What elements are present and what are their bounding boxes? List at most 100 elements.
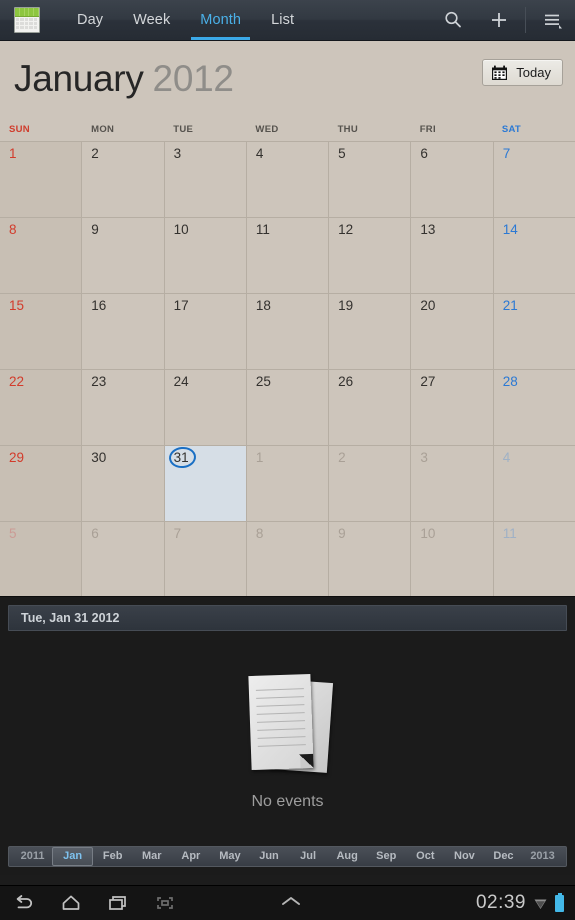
calendar-app-screen: Day Week Month List January 2012 Today S…	[0, 0, 575, 920]
month-strip-item-feb[interactable]: Feb	[93, 847, 132, 866]
day-cell-9[interactable]: 9	[82, 218, 165, 293]
day-number: 9	[91, 222, 99, 237]
month-strip-item-mar[interactable]: Mar	[132, 847, 171, 866]
add-event-button[interactable]	[476, 0, 522, 40]
month-strip-item-apr[interactable]: Apr	[171, 847, 210, 866]
system-navigation-bar: 02:39	[0, 885, 575, 920]
day-number: 25	[255, 374, 271, 389]
day-number: 31	[173, 450, 189, 465]
day-cell-17[interactable]: 17	[165, 294, 247, 369]
today-button[interactable]: Today	[482, 59, 563, 86]
day-number: 4	[255, 146, 264, 161]
day-number: 12	[338, 222, 354, 237]
month-selector-strip[interactable]: 2011 Jan Feb Mar Apr May Jun Jul Aug Sep Oct Nov Dec…	[8, 846, 567, 867]
overflow-menu-button[interactable]	[529, 0, 575, 40]
weekday-thu: THU	[337, 124, 358, 135]
day-number: 29	[9, 450, 25, 465]
day-number: 2	[91, 146, 99, 161]
day-cell-out-3[interactable]: 3	[411, 446, 494, 521]
day-cell-out-6[interactable]: 6	[82, 522, 165, 598]
day-cell-3[interactable]: 3	[165, 142, 247, 217]
day-cell-7[interactable]: 7	[494, 142, 575, 217]
battery-icon[interactable]	[555, 892, 564, 912]
day-number: 18	[255, 298, 271, 313]
month-strip-item-may[interactable]: May	[210, 847, 249, 866]
day-number: 5	[9, 526, 17, 541]
day-number: 8	[9, 222, 17, 237]
month-strip-item-dec[interactable]: Dec	[484, 847, 523, 866]
day-cell-18[interactable]: 18	[247, 294, 330, 369]
day-cell-12[interactable]: 12	[329, 218, 412, 293]
day-cell-11[interactable]: 11	[247, 218, 330, 293]
week-row: 15 16 17 18 19 20 21	[0, 294, 575, 370]
day-number: 10	[173, 222, 189, 237]
day-cell-25[interactable]: 25	[247, 370, 330, 445]
day-cell-6[interactable]: 6	[411, 142, 494, 217]
day-cell-23[interactable]: 23	[82, 370, 165, 445]
day-cell-29[interactable]: 29	[0, 446, 83, 521]
day-cell-1[interactable]: 1	[0, 142, 83, 217]
day-cell-15[interactable]: 15	[0, 294, 83, 369]
day-cell-5[interactable]: 5	[329, 142, 412, 217]
week-row: 22 23 24 25 26 27 28	[0, 370, 575, 446]
month-strip-item-jul[interactable]: Jul	[289, 847, 328, 866]
day-cell-24[interactable]: 24	[165, 370, 247, 445]
month-strip-item-aug[interactable]: Aug	[328, 847, 367, 866]
day-cell-26[interactable]: 26	[329, 370, 412, 445]
day-cell-8[interactable]: 8	[0, 218, 83, 293]
month-strip-item-nov[interactable]: Nov	[445, 847, 484, 866]
day-cell-30[interactable]: 30	[82, 446, 165, 521]
month-strip-item-2013[interactable]: 2013	[523, 847, 562, 866]
day-cell-out-11[interactable]: 11	[494, 522, 575, 598]
back-button[interactable]	[0, 886, 47, 920]
action-bar-actions	[430, 0, 575, 40]
screenshot-button[interactable]	[141, 886, 188, 920]
year-label: 2012	[152, 58, 234, 99]
day-cell-out-1[interactable]: 1	[247, 446, 330, 521]
wifi-icon[interactable]	[533, 896, 548, 911]
tab-list[interactable]: List	[256, 0, 309, 40]
month-strip-item-jan[interactable]: Jan	[52, 847, 94, 866]
day-cell-19[interactable]: 19	[329, 294, 412, 369]
day-cell-31[interactable]: 31	[164, 445, 247, 521]
add-event-icon	[492, 13, 506, 27]
agenda-panel: Tue, Jan 31 2012 No events 2011 Jan Feb Mar…	[0, 596, 575, 875]
day-cell-out-10[interactable]: 10	[411, 522, 494, 598]
day-cell-16[interactable]: 16	[82, 294, 165, 369]
expand-statusbar-button[interactable]	[278, 893, 304, 914]
calendar-app-icon[interactable]	[14, 7, 40, 33]
recent-apps-button[interactable]	[94, 886, 141, 920]
recent-apps-icon	[108, 896, 126, 910]
day-cell-10[interactable]: 10	[165, 218, 247, 293]
tab-day[interactable]: Day	[62, 0, 118, 40]
month-strip-item-oct[interactable]: Oct	[406, 847, 445, 866]
day-number: 9	[338, 526, 346, 541]
month-strip-item-jun[interactable]: Jun	[249, 847, 288, 866]
day-cell-out-8[interactable]: 8	[247, 522, 330, 598]
empty-state: No events	[0, 669, 575, 811]
week-row: 29 30 31 1 2 3 4	[0, 445, 575, 522]
day-cell-28[interactable]: 28	[494, 370, 575, 445]
day-cell-2[interactable]: 2	[82, 142, 165, 217]
month-strip-item-2011[interactable]: 2011	[13, 847, 52, 866]
day-cell-27[interactable]: 27	[411, 370, 494, 445]
month-strip-item-sep[interactable]: Sep	[367, 847, 406, 866]
day-cell-out-4[interactable]: 4	[494, 446, 575, 521]
day-cell-4[interactable]: 4	[247, 142, 330, 217]
day-cell-out-2[interactable]: 2	[329, 446, 412, 521]
day-number: 3	[420, 450, 428, 465]
search-button[interactable]	[430, 0, 476, 40]
day-cell-13[interactable]: 13	[411, 218, 494, 293]
clock-label[interactable]: 02:39	[476, 892, 526, 914]
day-cell-14[interactable]: 14	[494, 218, 575, 293]
tab-week[interactable]: Week	[118, 0, 185, 40]
day-number: 11	[255, 222, 270, 237]
day-cell-out-7[interactable]: 7	[165, 522, 247, 598]
day-cell-22[interactable]: 22	[0, 370, 83, 445]
day-cell-20[interactable]: 20	[411, 294, 494, 369]
day-cell-out-9[interactable]: 9	[329, 522, 412, 598]
day-cell-21[interactable]: 21	[494, 294, 575, 369]
day-cell-out-5[interactable]: 5	[0, 522, 83, 598]
tab-month[interactable]: Month	[185, 0, 256, 40]
home-button[interactable]	[47, 886, 94, 920]
